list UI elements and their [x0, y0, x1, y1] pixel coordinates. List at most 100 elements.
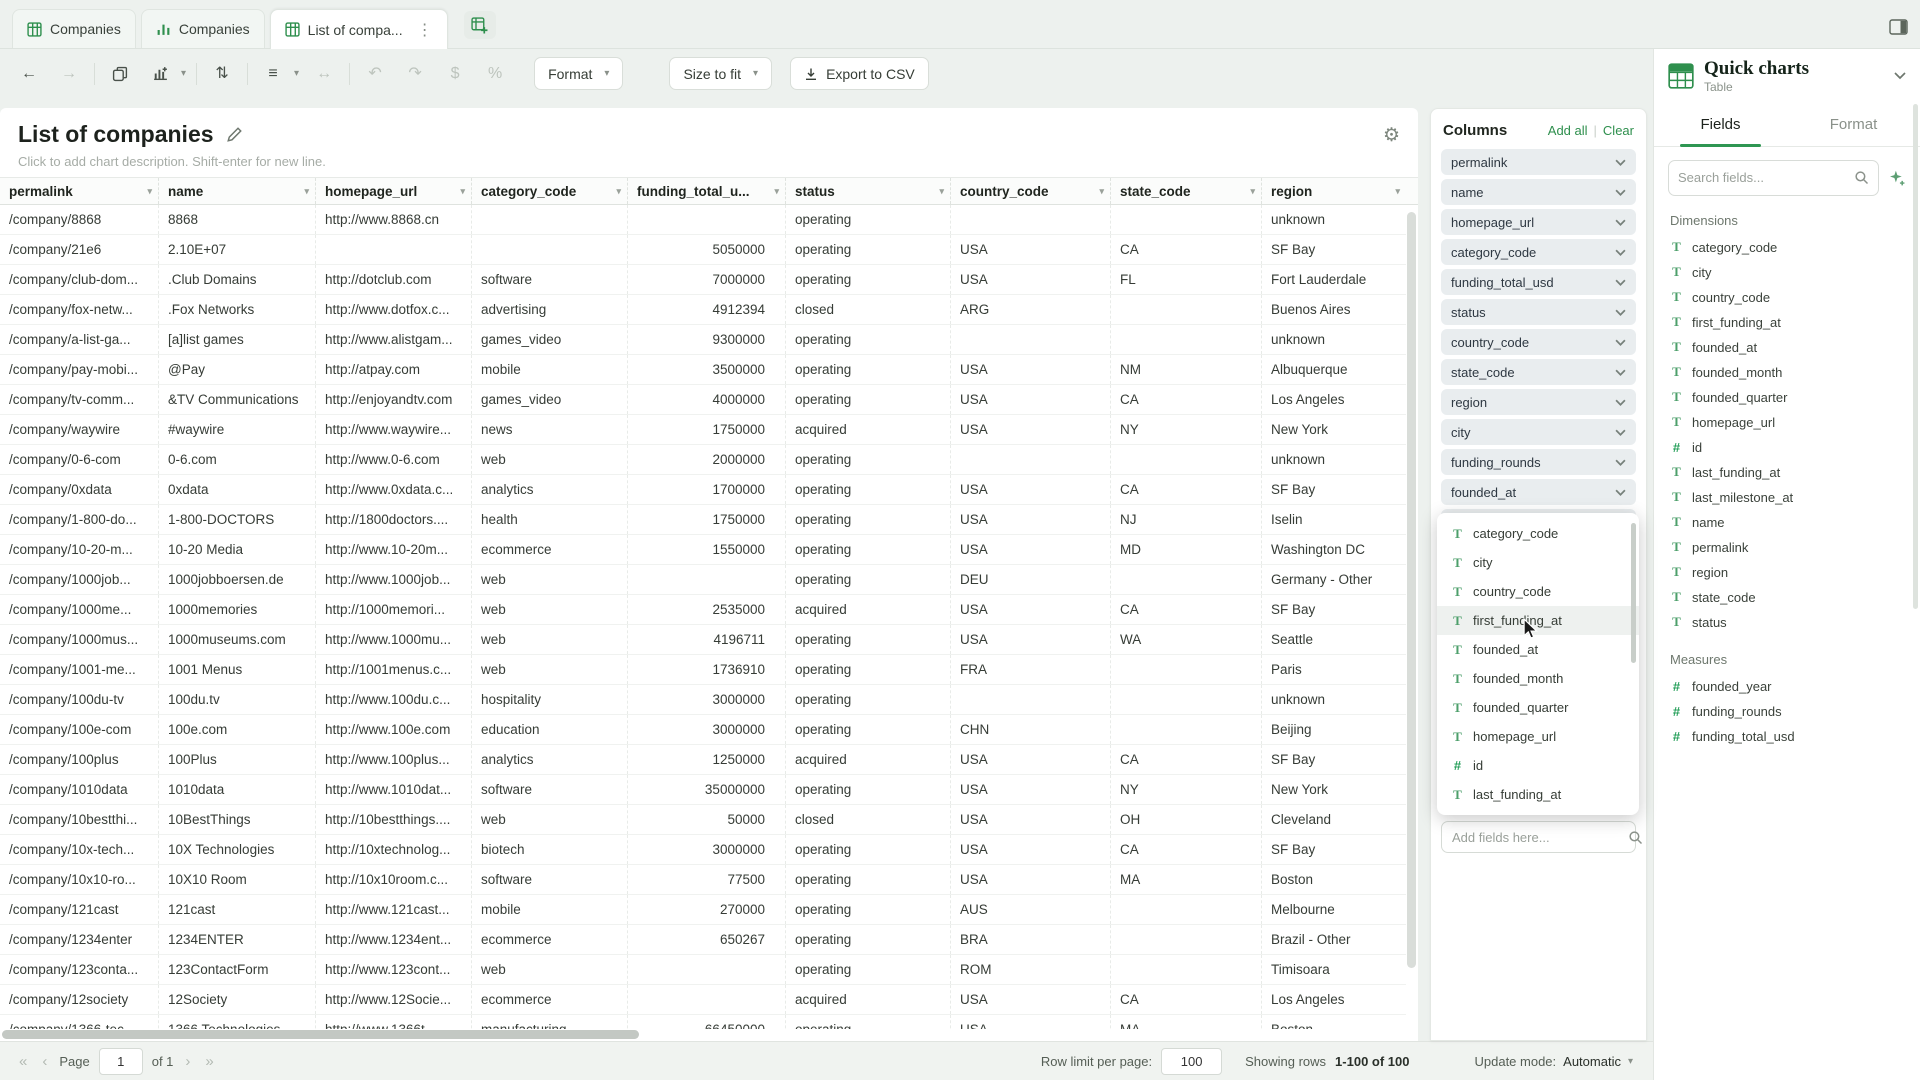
- table-row[interactable]: /company/1000me... 1000memories http://1…: [0, 595, 1406, 625]
- table-row[interactable]: /company/10bestthi... 10BestThings http:…: [0, 805, 1406, 835]
- column-menu-caret-icon[interactable]: ▾: [147, 186, 152, 197]
- chevron-down-icon[interactable]: [1894, 72, 1906, 80]
- table-row[interactable]: /company/12society 12Society http://www.…: [0, 985, 1406, 1015]
- table-row[interactable]: /company/club-dom... .Club Domains http:…: [0, 265, 1406, 295]
- dimension-field-item[interactable]: T founded_quarter: [1654, 385, 1920, 410]
- dimension-field-item[interactable]: T permalink: [1654, 535, 1920, 560]
- column-pill[interactable]: permalink: [1441, 149, 1636, 175]
- dropdown-field-item[interactable]: T founded_month: [1437, 664, 1639, 693]
- vertical-scrollbar-thumb[interactable]: [1407, 212, 1416, 968]
- table-row[interactable]: /company/10-20-m... 10-20 Media http://w…: [0, 535, 1406, 565]
- chevron-down-icon[interactable]: [1615, 399, 1626, 406]
- fields-search-box[interactable]: [1668, 159, 1879, 196]
- column-header[interactable]: country_code ▾: [951, 178, 1111, 204]
- column-pill[interactable]: funding_total_usd: [1441, 269, 1636, 295]
- dimension-field-item[interactable]: T status: [1654, 610, 1920, 635]
- measure-field-item[interactable]: # founded_year: [1654, 674, 1920, 699]
- row-limit-input[interactable]: [1161, 1047, 1223, 1075]
- dimension-field-item[interactable]: T country_code: [1654, 285, 1920, 310]
- chevron-down-icon[interactable]: [1615, 489, 1626, 496]
- table-row[interactable]: /company/1000job... 1000jobboersen.de ht…: [0, 565, 1406, 595]
- table-row[interactable]: /company/waywire #waywire http://www.way…: [0, 415, 1406, 445]
- dimension-field-item[interactable]: T name: [1654, 510, 1920, 535]
- table-row[interactable]: /company/1001-me... 1001 Menus http://10…: [0, 655, 1406, 685]
- table-row[interactable]: /company/0-6-com 0-6.com http://www.0-6.…: [0, 445, 1406, 475]
- dimension-field-item[interactable]: T founded_at: [1654, 335, 1920, 360]
- sheet-tab[interactable]: List of compa... ⋮: [269, 9, 448, 49]
- table-row[interactable]: /company/100plus 100Plus http://www.100p…: [0, 745, 1406, 775]
- dimension-field-item[interactable]: T last_milestone_at: [1654, 485, 1920, 510]
- format-dropdown-button[interactable]: Format ▾: [534, 57, 624, 90]
- table-row[interactable]: /company/100du-tv 100du.tv http://www.10…: [0, 685, 1406, 715]
- horizontal-scrollbar-thumb[interactable]: [2, 1030, 639, 1039]
- chevron-down-icon[interactable]: [1615, 219, 1626, 226]
- insert-chart-button[interactable]: ▾: [145, 59, 186, 89]
- first-page-button[interactable]: «: [16, 1053, 30, 1070]
- chevron-down-icon[interactable]: [1615, 369, 1626, 376]
- column-header[interactable]: state_code ▾: [1111, 178, 1262, 204]
- copy-widget-icon[interactable]: [105, 59, 135, 89]
- dimension-field-item[interactable]: T homepage_url: [1654, 410, 1920, 435]
- column-header[interactable]: status ▾: [786, 178, 951, 204]
- update-mode-select[interactable]: Automatic ▾: [1563, 1054, 1633, 1069]
- column-menu-caret-icon[interactable]: ▾: [1250, 186, 1255, 197]
- percent-format-button[interactable]: %: [480, 59, 510, 89]
- column-pill[interactable]: country_code: [1441, 329, 1636, 355]
- edit-title-icon[interactable]: [226, 126, 243, 143]
- column-menu-caret-icon[interactable]: ▾: [1395, 186, 1400, 197]
- size-to-fit-button[interactable]: Size to fit ▾: [669, 57, 773, 90]
- table-row[interactable]: /company/121cast 121cast http://www.121c…: [0, 895, 1406, 925]
- sheet-tab[interactable]: Companies ⋮: [140, 9, 265, 48]
- dropdown-scrollbar-thumb[interactable]: [1631, 523, 1636, 663]
- tab-format[interactable]: Format: [1787, 104, 1920, 146]
- chevron-down-icon[interactable]: [1615, 309, 1626, 316]
- column-header[interactable]: name ▾: [159, 178, 316, 204]
- add-fields-input[interactable]: [1452, 829, 1628, 845]
- panel-toggle-icon[interactable]: [1889, 19, 1908, 35]
- search-fields-input[interactable]: [1678, 170, 1854, 186]
- dimension-field-item[interactable]: T founded_month: [1654, 360, 1920, 385]
- horizontal-scrollbar-track[interactable]: [0, 1029, 1406, 1041]
- dropdown-field-item[interactable]: T founded_quarter: [1437, 693, 1639, 722]
- column-pill[interactable]: homepage_url: [1441, 209, 1636, 235]
- dropdown-field-item[interactable]: T first_funding_at: [1437, 606, 1639, 635]
- column-menu-caret-icon[interactable]: ▾: [1099, 186, 1104, 197]
- sheet-tab[interactable]: Companies ⋮: [12, 9, 136, 48]
- column-header[interactable]: homepage_url ▾: [316, 178, 472, 204]
- column-pill[interactable]: state_code: [1441, 359, 1636, 385]
- table-row[interactable]: /company/1-800-do... 1-800-DOCTORS http:…: [0, 505, 1406, 535]
- dropdown-field-item[interactable]: # id: [1437, 751, 1639, 780]
- table-row[interactable]: /company/8868 8868 http://www.8868.cn op…: [0, 205, 1406, 235]
- dropdown-field-item[interactable]: T city: [1437, 548, 1639, 577]
- table-row[interactable]: /company/tv-comm... &TV Communications h…: [0, 385, 1406, 415]
- sort-button[interactable]: ⇅: [207, 59, 237, 89]
- table-row[interactable]: /company/0xdata 0xdata http://www.0xdata…: [0, 475, 1406, 505]
- dimension-field-item[interactable]: T city: [1654, 260, 1920, 285]
- column-header[interactable]: region ▾: [1262, 178, 1406, 204]
- tab-menu-icon[interactable]: ⋮: [417, 20, 433, 40]
- table-row[interactable]: /company/a-list-ga... [a]list games http…: [0, 325, 1406, 355]
- column-menu-caret-icon[interactable]: ▾: [774, 186, 779, 197]
- dropdown-field-item[interactable]: T founded_at: [1437, 635, 1639, 664]
- export-csv-button[interactable]: Export to CSV: [790, 57, 929, 90]
- dropdown-field-item[interactable]: T last_funding_at: [1437, 780, 1639, 809]
- table-row[interactable]: /company/fox-netw... .Fox Networks http:…: [0, 295, 1406, 325]
- align-button[interactable]: ≡ ▾: [258, 59, 299, 89]
- dimension-field-item[interactable]: T last_funding_at: [1654, 460, 1920, 485]
- currency-format-button[interactable]: $: [440, 59, 470, 89]
- table-row[interactable]: /company/100e-com 100e.com http://www.10…: [0, 715, 1406, 745]
- back-button[interactable]: ←: [14, 59, 44, 89]
- dropdown-field-item[interactable]: T homepage_url: [1437, 722, 1639, 751]
- column-menu-caret-icon[interactable]: ▾: [939, 186, 944, 197]
- dimension-field-item[interactable]: T region: [1654, 560, 1920, 585]
- column-header[interactable]: category_code ▾: [472, 178, 628, 204]
- undo-button[interactable]: ↶: [360, 59, 390, 89]
- table-row[interactable]: /company/10x10-ro... 10X10 Room http://1…: [0, 865, 1406, 895]
- add-fields-box[interactable]: [1441, 821, 1643, 853]
- table-row[interactable]: /company/21e6 2.10E+07 5050000 operating…: [0, 235, 1406, 265]
- column-pill[interactable]: funding_rounds: [1441, 449, 1636, 475]
- column-pill[interactable]: status: [1441, 299, 1636, 325]
- table-row[interactable]: /company/1000mus... 1000museums.com http…: [0, 625, 1406, 655]
- chevron-down-icon[interactable]: [1615, 459, 1626, 466]
- column-pill[interactable]: founded_at: [1441, 479, 1636, 505]
